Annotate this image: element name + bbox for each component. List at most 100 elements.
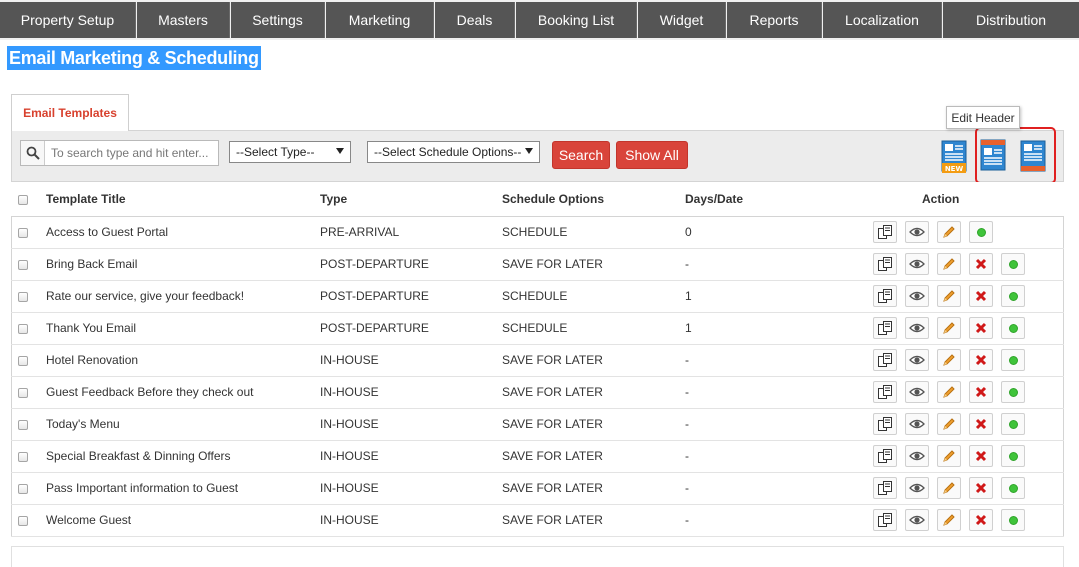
status-active-icon[interactable] bbox=[1001, 349, 1025, 371]
delete-icon[interactable] bbox=[969, 381, 993, 403]
copy-icon[interactable] bbox=[873, 413, 897, 435]
new-template-icon[interactable]: NEW bbox=[940, 140, 968, 174]
row-checkbox[interactable] bbox=[18, 355, 28, 366]
status-active-icon[interactable] bbox=[1001, 445, 1025, 467]
nav-booking-list[interactable]: Booking List bbox=[516, 2, 637, 38]
search-icon[interactable] bbox=[21, 141, 45, 165]
preview-eye-icon[interactable] bbox=[905, 445, 929, 467]
status-active-icon[interactable] bbox=[1001, 413, 1025, 435]
row-checkbox[interactable] bbox=[18, 515, 28, 526]
delete-icon[interactable] bbox=[969, 445, 993, 467]
edit-header-icon[interactable] bbox=[979, 138, 1007, 172]
type-select[interactable]: --Select Type-- bbox=[229, 141, 351, 163]
status-active-icon[interactable] bbox=[1001, 285, 1025, 307]
table-row[interactable]: Thank You Email POST-DEPARTURE SCHEDULE 1 bbox=[11, 312, 1064, 345]
delete-icon[interactable] bbox=[969, 413, 993, 435]
preview-eye-icon[interactable] bbox=[905, 381, 929, 403]
show-all-button[interactable]: Show All bbox=[616, 141, 688, 169]
copy-icon[interactable] bbox=[873, 509, 897, 531]
select-all-checkbox[interactable] bbox=[18, 194, 28, 205]
preview-eye-icon[interactable] bbox=[905, 509, 929, 531]
copy-icon[interactable] bbox=[873, 445, 897, 467]
preview-eye-icon[interactable] bbox=[905, 349, 929, 371]
preview-eye-icon[interactable] bbox=[905, 477, 929, 499]
search-input[interactable] bbox=[45, 142, 215, 164]
edit-footer-icon[interactable] bbox=[1019, 140, 1047, 174]
search-button[interactable]: Search bbox=[552, 141, 610, 169]
nav-distribution[interactable]: Distribution bbox=[943, 2, 1079, 38]
row-checkbox[interactable] bbox=[18, 227, 28, 238]
copy-icon[interactable] bbox=[873, 477, 897, 499]
table-row[interactable]: Pass Important information to Guest IN-HO… bbox=[11, 472, 1064, 505]
edit-pencil-icon[interactable] bbox=[937, 285, 961, 307]
edit-pencil-icon[interactable] bbox=[937, 253, 961, 275]
copy-icon[interactable] bbox=[873, 253, 897, 275]
copy-icon[interactable] bbox=[873, 285, 897, 307]
preview-eye-icon[interactable] bbox=[905, 285, 929, 307]
row-checkbox[interactable] bbox=[18, 323, 28, 334]
edit-pencil-icon[interactable] bbox=[937, 509, 961, 531]
status-active-icon[interactable] bbox=[1001, 381, 1025, 403]
delete-icon[interactable] bbox=[969, 317, 993, 339]
delete-icon[interactable] bbox=[969, 349, 993, 371]
table-row[interactable]: Hotel Renovation IN-HOUSE SAVE FOR LATER - bbox=[11, 344, 1064, 377]
table-row[interactable]: Rate our service, give your feedback! POS… bbox=[11, 280, 1064, 313]
row-checkbox[interactable] bbox=[18, 259, 28, 270]
nav-localization[interactable]: Localization bbox=[823, 2, 942, 38]
delete-icon[interactable] bbox=[969, 509, 993, 531]
nav-marketing[interactable]: Marketing bbox=[326, 2, 434, 38]
table-row[interactable]: Welcome Guest IN-HOUSE SAVE FOR LATER - bbox=[11, 504, 1064, 537]
status-active-icon[interactable] bbox=[969, 221, 993, 243]
preview-eye-icon[interactable] bbox=[905, 253, 929, 275]
nav-deals[interactable]: Deals bbox=[435, 2, 515, 38]
schedule-option-cell: SCHEDULE bbox=[502, 312, 685, 345]
table-row[interactable]: Bring Back Email POST-DEPARTURE SAVE FOR L… bbox=[11, 248, 1064, 281]
column-header-action: Action bbox=[873, 182, 1064, 217]
preview-eye-icon[interactable] bbox=[905, 413, 929, 435]
status-active-icon[interactable] bbox=[1001, 477, 1025, 499]
delete-icon[interactable] bbox=[969, 285, 993, 307]
edit-pencil-icon[interactable] bbox=[937, 445, 961, 467]
edit-pencil-icon[interactable] bbox=[937, 349, 961, 371]
template-type-cell: IN-HOUSE bbox=[320, 440, 502, 473]
template-title-cell: Bring Back Email bbox=[46, 248, 320, 281]
table-row[interactable]: Today's Menu IN-HOUSE SAVE FOR LATER - bbox=[11, 408, 1064, 441]
table-row[interactable]: Guest Feedback Before they check out IN-H… bbox=[11, 376, 1064, 409]
days-date-cell: - bbox=[685, 376, 873, 409]
row-checkbox[interactable] bbox=[18, 291, 28, 302]
copy-icon[interactable] bbox=[873, 317, 897, 339]
copy-icon[interactable] bbox=[873, 349, 897, 371]
delete-icon[interactable] bbox=[969, 253, 993, 275]
edit-pencil-icon[interactable] bbox=[937, 317, 961, 339]
row-checkbox[interactable] bbox=[18, 387, 28, 398]
nav-reports[interactable]: Reports bbox=[727, 2, 822, 38]
preview-eye-icon[interactable] bbox=[905, 317, 929, 339]
nav-property-setup[interactable]: Property Setup bbox=[0, 2, 136, 38]
nav-settings[interactable]: Settings bbox=[231, 2, 325, 38]
delete-icon[interactable] bbox=[969, 477, 993, 499]
edit-pencil-icon[interactable] bbox=[937, 381, 961, 403]
days-date-cell: 1 bbox=[685, 312, 873, 345]
edit-pencil-icon[interactable] bbox=[937, 413, 961, 435]
table-row[interactable]: Access to Guest Portal PRE-ARRIVAL SCHEDUL… bbox=[11, 216, 1064, 249]
table-row[interactable]: Special Breakfast & Dinning Offers IN-HOU… bbox=[11, 440, 1064, 473]
nav-masters[interactable]: Masters bbox=[137, 2, 230, 38]
search-box bbox=[20, 140, 219, 166]
actions-cell bbox=[873, 472, 1064, 505]
nav-widget[interactable]: Widget bbox=[638, 2, 726, 38]
row-checkbox[interactable] bbox=[18, 419, 28, 430]
row-checkbox[interactable] bbox=[18, 483, 28, 494]
copy-icon[interactable] bbox=[873, 381, 897, 403]
preview-eye-icon[interactable] bbox=[905, 221, 929, 243]
status-active-icon[interactable] bbox=[1001, 509, 1025, 531]
edit-pencil-icon[interactable] bbox=[937, 477, 961, 499]
tab-email-templates[interactable]: Email Templates bbox=[11, 94, 129, 131]
status-active-icon[interactable] bbox=[1001, 317, 1025, 339]
row-checkbox[interactable] bbox=[18, 451, 28, 462]
edit-pencil-icon[interactable] bbox=[937, 221, 961, 243]
schedule-select[interactable]: --Select Schedule Options-- bbox=[367, 141, 540, 163]
copy-icon[interactable] bbox=[873, 221, 897, 243]
schedule-option-cell: SAVE FOR LATER bbox=[502, 472, 685, 505]
schedule-option-cell: SAVE FOR LATER bbox=[502, 344, 685, 377]
status-active-icon[interactable] bbox=[1001, 253, 1025, 275]
